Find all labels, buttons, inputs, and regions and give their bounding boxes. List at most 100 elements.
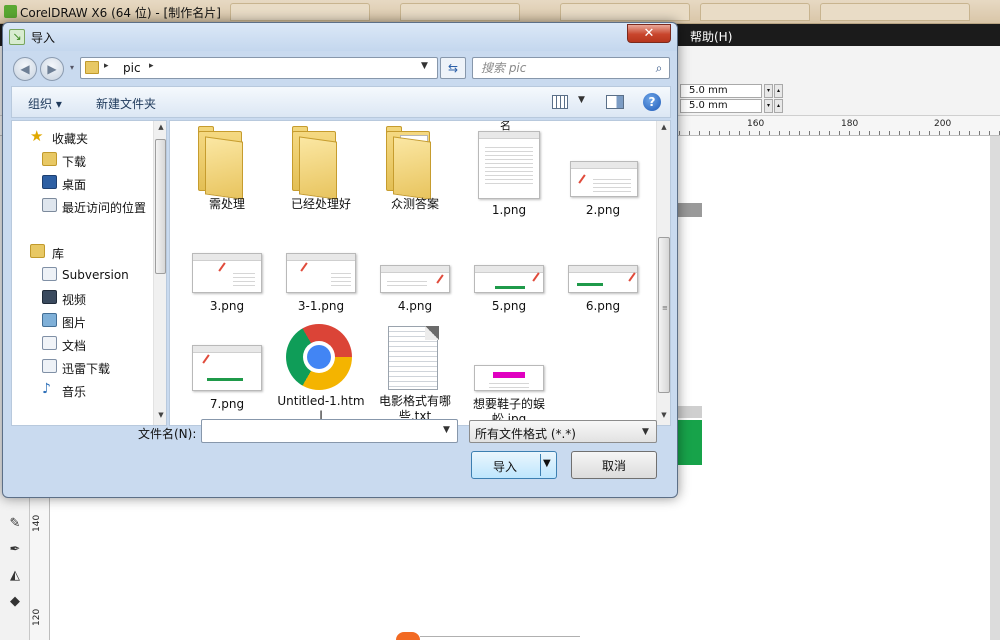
file-item-image[interactable]: 3-1.png bbox=[276, 253, 366, 333]
image-thumbnail bbox=[474, 265, 544, 293]
image-thumbnail bbox=[570, 161, 638, 197]
file-label: 2.png bbox=[585, 203, 621, 217]
file-scrollbar[interactable]: ▲ ≡ ▼ bbox=[656, 121, 670, 425]
canvas-shape[interactable] bbox=[396, 632, 420, 640]
import-options-dropdown-icon[interactable]: ▼ bbox=[543, 458, 551, 469]
breadcrumb-pic[interactable]: pic bbox=[123, 61, 141, 75]
nudge-x-field[interactable]: x 5.0 mm bbox=[673, 84, 762, 98]
menu-help[interactable]: 帮助(H) bbox=[690, 28, 732, 45]
canvas-shape[interactable] bbox=[678, 406, 702, 418]
folder-with-documents-icon bbox=[386, 126, 434, 200]
browser-tab[interactable] bbox=[700, 3, 810, 21]
close-button[interactable]: ✕ bbox=[627, 24, 671, 43]
filename-dropdown-icon[interactable]: ▼ bbox=[443, 425, 450, 435]
cancel-button[interactable]: 取消 bbox=[571, 451, 657, 479]
nav-item-libraries[interactable]: 库 bbox=[12, 242, 152, 262]
nav-item-label: 库 bbox=[52, 247, 65, 261]
scroll-down-icon[interactable]: ▼ bbox=[156, 411, 166, 423]
text-document-icon bbox=[388, 326, 439, 390]
recent-pages-dropdown[interactable]: ▾ bbox=[66, 63, 78, 75]
nudge-y-spin-down[interactable]: ▾ bbox=[764, 99, 773, 113]
back-button[interactable]: ◀ bbox=[13, 57, 37, 81]
nav-item-label: 收藏夹 bbox=[52, 132, 89, 146]
scrollbar-thumb[interactable]: ≡ bbox=[658, 237, 670, 393]
scroll-up-icon[interactable]: ▲ bbox=[659, 123, 669, 135]
canvas-line[interactable] bbox=[420, 636, 580, 637]
nav-item-documents[interactable]: 文档 bbox=[12, 334, 152, 354]
nav-item-pictures[interactable]: 图片 bbox=[12, 311, 152, 331]
file-label: 6.png bbox=[585, 299, 621, 313]
ruler-tick-label: 160 bbox=[747, 119, 765, 129]
nav-item-subversion[interactable]: Subversion bbox=[12, 265, 152, 285]
nav-item-label: 下载 bbox=[62, 155, 87, 169]
desktop-icon bbox=[42, 175, 57, 189]
file-item-image[interactable]: 6.png bbox=[558, 253, 648, 333]
browser-tab[interactable] bbox=[560, 3, 690, 21]
forward-button[interactable]: ▶ bbox=[40, 57, 64, 81]
scrollbar-thumb[interactable] bbox=[155, 139, 166, 274]
scroll-down-icon[interactable]: ▼ bbox=[659, 411, 669, 423]
outline-pen-tool-icon[interactable]: ✒ bbox=[7, 542, 23, 558]
fill-tool-icon[interactable]: ◭ bbox=[7, 568, 23, 584]
file-item-image[interactable]: 3.png bbox=[182, 253, 272, 333]
filename-input[interactable] bbox=[201, 419, 458, 443]
nudge-x-spin-up[interactable]: ▴ bbox=[774, 84, 783, 98]
file-item-folder[interactable]: 已经处理好 bbox=[276, 126, 366, 211]
preview-pane-icon[interactable] bbox=[606, 95, 624, 109]
file-item-html[interactable]: Untitled-1.html bbox=[276, 324, 366, 424]
scroll-up-icon[interactable]: ▲ bbox=[156, 123, 166, 135]
nav-item-recent[interactable]: 最近访问的位置 bbox=[12, 196, 152, 216]
view-dropdown-icon[interactable]: ▼ bbox=[578, 95, 585, 105]
file-item-image[interactable]: 2.png bbox=[558, 131, 648, 217]
nav-item-music[interactable]: ♪ 音乐 bbox=[12, 380, 152, 400]
refresh-button[interactable]: ⇆ bbox=[440, 57, 466, 79]
browser-tab[interactable] bbox=[230, 3, 370, 21]
file-item-image[interactable]: 1.png bbox=[464, 131, 554, 217]
nudge-y-spin-up[interactable]: ▴ bbox=[774, 99, 783, 113]
eyedropper-tool-icon[interactable]: ✎ bbox=[7, 516, 23, 532]
change-view-icon[interactable] bbox=[552, 95, 568, 109]
nav-item-videos[interactable]: 视频 bbox=[12, 288, 152, 308]
file-label: 众测答案 bbox=[390, 197, 439, 211]
search-input[interactable] bbox=[472, 57, 670, 79]
address-dropdown-icon[interactable]: ▼ bbox=[421, 61, 428, 71]
file-item-folder[interactable]: 众测答案 bbox=[370, 126, 460, 211]
import-button[interactable]: 导入 ▼ bbox=[471, 451, 557, 479]
file-item-image[interactable]: 5.png bbox=[464, 253, 554, 333]
nav-item-favorites[interactable]: ★ 收藏夹 bbox=[12, 127, 152, 147]
canvas-shape[interactable] bbox=[678, 420, 702, 465]
dialog-titlebar[interactable]: ↘ 导入 ✕ bbox=[3, 23, 677, 51]
nav-item-label: 最近访问的位置 bbox=[62, 201, 147, 215]
file-label: 4.png bbox=[397, 299, 433, 313]
nav-scrollbar[interactable]: ▲ ▼ bbox=[153, 121, 166, 425]
nav-item-label: 音乐 bbox=[62, 385, 87, 399]
file-item-image[interactable]: 7.png bbox=[182, 345, 272, 425]
canvas-shape[interactable] bbox=[678, 203, 702, 217]
file-item-image[interactable]: 4.png bbox=[370, 253, 460, 333]
file-item-text[interactable]: 电影格式有哪些.txt bbox=[370, 324, 460, 424]
thunder-download-icon bbox=[42, 359, 57, 373]
import-icon: ↘ bbox=[9, 29, 25, 45]
address-bar[interactable]: ▸ pic ▸ ▼ bbox=[80, 57, 438, 79]
nav-item-downloads[interactable]: 下载 bbox=[12, 150, 152, 170]
grip-icon: ≡ bbox=[662, 304, 668, 312]
nudge-x-spin-down[interactable]: ▾ bbox=[764, 84, 773, 98]
browser-tab[interactable] bbox=[820, 3, 970, 21]
organize-button[interactable]: 组织 ▾ bbox=[28, 95, 62, 112]
nav-item-label: 图片 bbox=[62, 316, 87, 330]
file-item-folder[interactable]: 需处理 bbox=[182, 126, 272, 211]
ruler-tick-label: 140 bbox=[32, 514, 42, 532]
help-icon[interactable]: ? bbox=[643, 93, 661, 111]
nudge-y-field[interactable]: y 5.0 mm bbox=[673, 99, 762, 113]
nav-item-desktop[interactable]: 桌面 bbox=[12, 173, 152, 193]
nav-item-thunder[interactable]: 迅雷下载 bbox=[12, 357, 152, 377]
breadcrumb-separator[interactable]: ▸ bbox=[149, 61, 154, 71]
browser-tab[interactable] bbox=[400, 3, 520, 21]
file-type-select[interactable]: 所有文件格式 (*.*) ▼ bbox=[469, 420, 657, 443]
interactive-fill-tool-icon[interactable]: ◆ bbox=[7, 594, 23, 610]
new-folder-button[interactable]: 新建文件夹 bbox=[96, 95, 156, 112]
file-item-image[interactable]: 想要鞋子的蜈蚣.jpg bbox=[464, 345, 554, 425]
search-icon[interactable]: ⌕ bbox=[651, 60, 667, 76]
image-thumbnail bbox=[474, 365, 544, 391]
breadcrumb-separator[interactable]: ▸ bbox=[104, 61, 109, 71]
